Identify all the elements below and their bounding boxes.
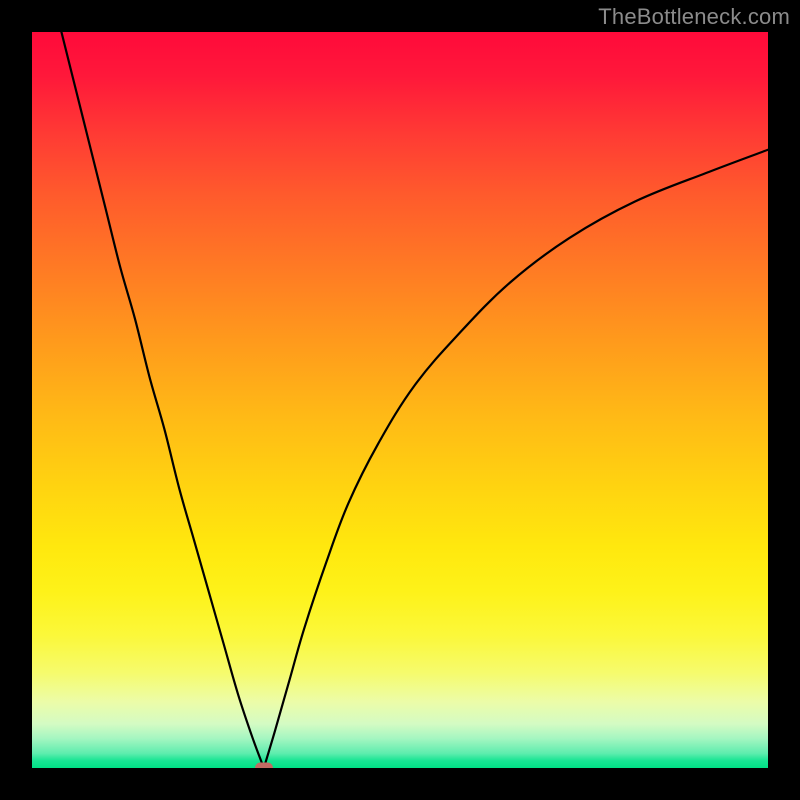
watermark-text: TheBottleneck.com [598, 4, 790, 30]
chart-frame: TheBottleneck.com [0, 0, 800, 800]
curve-right-branch [264, 150, 768, 768]
plot-area [32, 32, 768, 768]
bottleneck-curve [32, 32, 768, 768]
curve-left-branch [61, 32, 263, 768]
minimum-marker [255, 763, 273, 769]
